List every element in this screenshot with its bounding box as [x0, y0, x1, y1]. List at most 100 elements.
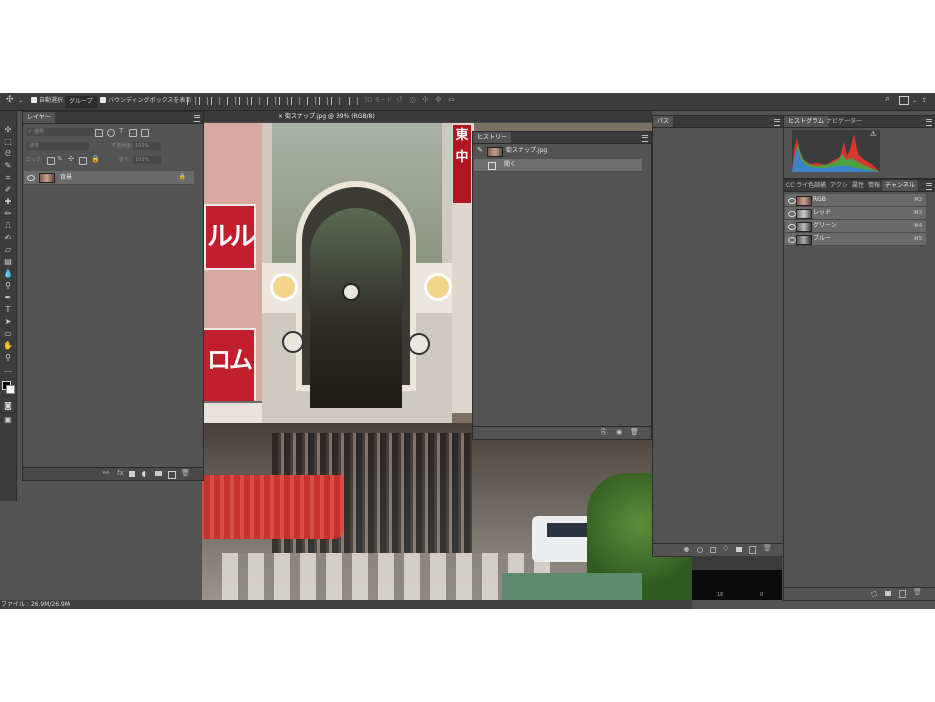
trash-icon[interactable]: 🗑 [913, 588, 922, 596]
path-select-tool-icon[interactable]: ➤ [3, 317, 13, 326]
channel-row-red[interactable]: レッド ⌘3 [785, 207, 926, 220]
filter-smart-object-icon[interactable] [141, 129, 149, 137]
gradient-tool-icon[interactable]: ▤ [3, 257, 13, 266]
load-channel-selection-icon[interactable] [871, 591, 877, 597]
quick-select-tool-icon[interactable]: ✎ [3, 161, 13, 170]
3d-slide-icon[interactable]: ✥ [435, 95, 442, 105]
quick-mask-icon[interactable]: ◙ [3, 401, 13, 410]
camera-icon[interactable]: ◉ [616, 428, 622, 436]
tab-history[interactable]: ヒストリー [473, 132, 512, 143]
align-left-icon[interactable] [227, 97, 236, 105]
tab-navigator[interactable]: ナビゲーター [822, 116, 866, 127]
histogram-menu-icon[interactable] [926, 119, 932, 126]
history-panel-menu-icon[interactable] [642, 135, 648, 142]
clone-stamp-tool-icon[interactable]: ⎍ [3, 221, 13, 230]
add-mask-icon[interactable] [736, 547, 742, 552]
layer-filter-select[interactable]: 種類 [26, 128, 94, 136]
channel-row-blue[interactable]: ブルー ⌘5 [785, 233, 926, 246]
shape-tool-icon[interactable]: ▭ [3, 329, 13, 338]
history-brush-tool-icon[interactable]: ✍ [3, 233, 13, 242]
hand-tool-icon[interactable]: ✋ [3, 341, 13, 350]
stroke-path-icon[interactable] [697, 547, 703, 553]
more-tools-icon[interactable]: … [3, 365, 13, 374]
tab-adjustments[interactable]: 色調補 [806, 180, 828, 191]
blend-mode-select[interactable]: 通常 [26, 142, 89, 150]
3d-pan-icon[interactable]: ✣ [422, 95, 429, 105]
type-tool-icon[interactable]: T [3, 305, 13, 314]
fill-input[interactable]: 100% [133, 156, 161, 164]
visibility-eye-icon[interactable] [788, 237, 796, 243]
tab-info[interactable]: 情報 [866, 180, 882, 191]
eraser-tool-icon[interactable]: ▱ [3, 245, 13, 254]
new-group-icon[interactable] [155, 471, 162, 476]
history-snapshot[interactable]: ✎ 街スナップ.jpg [474, 145, 642, 157]
paths-panel-menu-icon[interactable] [774, 119, 780, 126]
healing-brush-tool-icon[interactable]: ✚ [3, 197, 13, 206]
distribute-vcenter-icon[interactable] [279, 97, 288, 105]
pen-tool-icon[interactable]: ✒ [3, 293, 13, 302]
channel-row-rgb[interactable]: RGB ⌘2 [785, 194, 926, 207]
distribute-hcenter-icon[interactable] [319, 97, 328, 105]
share-icon[interactable]: ⇪ [922, 96, 927, 106]
status-menu-chevron-icon[interactable]: › [68, 600, 70, 609]
visibility-eye-icon[interactable] [788, 198, 796, 204]
document-tab[interactable]: × 街スナップ.jpg @ 39% (RGB/8) [278, 112, 375, 121]
trash-icon[interactable]: 🗑 [181, 469, 190, 477]
tab-paths[interactable]: パス [653, 116, 674, 127]
adjustment-layer-icon[interactable] [142, 471, 148, 477]
layer-row-background[interactable]: 背景 🔒 [24, 171, 194, 185]
blur-tool-icon[interactable]: 💧 [3, 269, 13, 278]
new-path-icon[interactable] [749, 546, 756, 554]
distribute-top-icon[interactable] [267, 97, 276, 105]
warning-icon[interactable]: ⚠ [870, 130, 876, 138]
opacity-input[interactable]: 100% [133, 142, 161, 150]
3d-roll-icon[interactable]: ◎ [409, 95, 416, 105]
filter-shape-icon[interactable] [129, 129, 137, 137]
lock-artboard-icon[interactable] [79, 157, 87, 165]
tab-actions[interactable]: アクシ [828, 180, 850, 191]
distribute-left-icon[interactable] [307, 97, 316, 105]
new-document-from-state-icon[interactable]: ⎘ [601, 428, 607, 437]
visibility-eye-icon[interactable] [788, 224, 796, 230]
history-state[interactable]: 開く [474, 159, 642, 172]
new-channel-icon[interactable] [899, 590, 906, 598]
fill-path-icon[interactable] [684, 547, 689, 552]
align-bottom-icon[interactable] [211, 97, 220, 105]
lock-position-icon[interactable]: ✣ [68, 155, 74, 163]
workspace-chevron-icon[interactable]: ⌄ [912, 96, 917, 106]
history-source-brush-icon[interactable]: ✎ [477, 146, 483, 154]
visibility-eye-icon[interactable] [788, 211, 796, 217]
show-transform-checkbox[interactable]: バウンディングボックスを表示 [100, 96, 191, 106]
visibility-eye-icon[interactable] [27, 175, 35, 181]
workspace-icon[interactable] [899, 96, 909, 106]
dodge-tool-icon[interactable]: ⚲ [3, 281, 13, 290]
filter-type-icon[interactable]: T [119, 127, 123, 135]
align-top-icon[interactable] [187, 97, 196, 105]
3d-rotate-icon[interactable]: ↺ [396, 95, 403, 105]
filter-pixel-icon[interactable] [95, 129, 103, 137]
screen-mode-icon[interactable]: ▣ [3, 415, 13, 424]
move-tool-icon[interactable]: ✣ [3, 125, 13, 134]
align-right-icon[interactable] [251, 97, 260, 105]
channels-menu-icon[interactable] [926, 183, 932, 190]
lock-image-icon[interactable]: ✎ [57, 155, 63, 163]
trash-icon[interactable]: 🗑 [763, 544, 772, 552]
add-mask-icon[interactable] [129, 471, 135, 477]
distribute-right-icon[interactable] [331, 97, 340, 105]
filter-adjustment-icon[interactable] [107, 129, 115, 137]
load-selection-icon[interactable] [710, 547, 716, 553]
auto-select-dropdown[interactable]: グループ [65, 96, 97, 108]
crop-tool-icon[interactable]: ⌗ [3, 173, 13, 182]
new-layer-icon[interactable] [168, 471, 176, 479]
trash-icon[interactable]: 🗑 [630, 428, 639, 436]
brush-tool-icon[interactable]: ✏ [3, 209, 13, 218]
make-work-path-icon[interactable]: ◇ [723, 544, 728, 552]
marquee-tool-icon[interactable]: ⬚ [3, 137, 13, 146]
close-tab-icon[interactable]: × [278, 113, 283, 120]
layers-panel-menu-icon[interactable] [194, 115, 200, 122]
tab-layers[interactable]: レイヤー [23, 112, 55, 123]
lasso-tool-icon[interactable]: ᘓ [3, 149, 13, 158]
background-color-swatch[interactable] [6, 385, 15, 394]
layer-style-icon[interactable]: fx [117, 469, 124, 477]
tab-channels[interactable]: チャンネル [882, 180, 918, 191]
